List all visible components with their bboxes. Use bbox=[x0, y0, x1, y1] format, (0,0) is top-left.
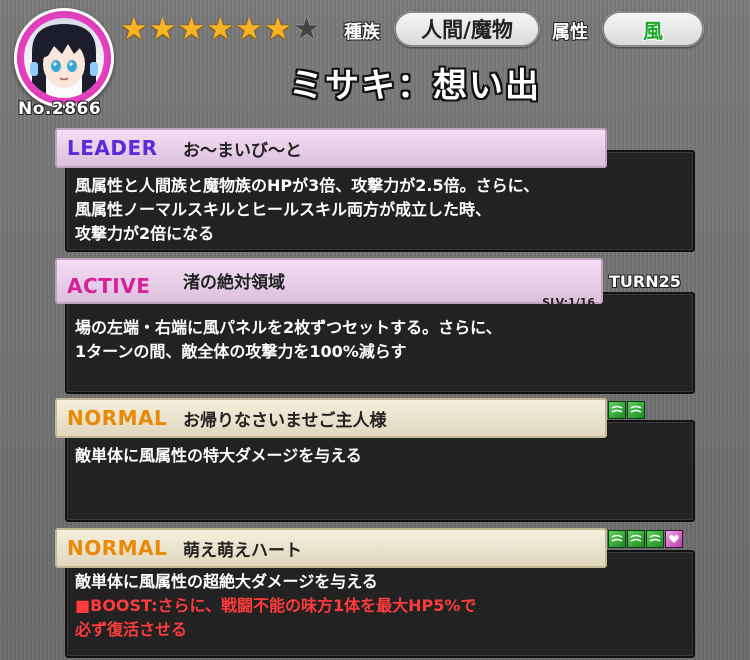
skill-description: 場の左端・右端に風パネルを2枚ずつセットする。さらに、 1ターンの間、敵全体の攻… bbox=[75, 316, 685, 364]
turn-count: TURN25 bbox=[609, 272, 681, 291]
attribute-value: 風 bbox=[643, 18, 663, 43]
panel-requirements bbox=[608, 401, 645, 419]
leader-skill-panel[interactable]: 風属性と人間族と魔物族のHPが3倍、攻撃力が2.5倍。さらに、 風属性ノーマルス… bbox=[55, 128, 695, 252]
description-line: 1ターンの間、敵全体の攻撃力を100%減らす bbox=[75, 342, 407, 361]
skill-type-label: LEADER bbox=[67, 136, 158, 160]
race-label: 種族 bbox=[344, 22, 380, 43]
character-number: No.2866 bbox=[18, 99, 102, 119]
skill-header: NORMAL お帰りなさいませご主人様 bbox=[55, 398, 607, 438]
skill-header: LEADER お～まいび～と bbox=[55, 128, 607, 168]
skill-description: 敵単体に風属性の特大ダメージを与える bbox=[75, 444, 685, 468]
rarity-stars: ★ ★ ★ ★ ★ ★ ★ bbox=[120, 14, 321, 45]
description-line: 攻撃力が2倍になる bbox=[75, 224, 215, 243]
wind-panel-icon bbox=[627, 530, 645, 548]
attribute-label: 属性 bbox=[552, 22, 588, 43]
character-name: ミサキ：想い出 bbox=[289, 66, 541, 106]
skill-name: お～まいび～と bbox=[183, 140, 302, 161]
skill-description-box: 場の左端・右端に風パネルを2枚ずつセットする。さらに、 1ターンの間、敵全体の攻… bbox=[65, 292, 695, 394]
character-portrait-frame[interactable] bbox=[14, 8, 114, 108]
skill-type-label: NORMAL bbox=[67, 406, 168, 430]
wind-panel-icon bbox=[646, 530, 664, 548]
skill-description: 敵単体に風属性の超絶大ダメージを与える ■BOOST:さらに、戦闘不能の味方1体… bbox=[75, 570, 685, 642]
star-filled-icon: ★ bbox=[206, 11, 235, 47]
skill-type-label: NORMAL bbox=[67, 536, 168, 560]
description-line: 敵単体に風属性の特大ダメージを与える bbox=[75, 446, 362, 465]
skill-type-label: ACTIVE bbox=[67, 274, 151, 298]
skill-header: NORMAL 萌え萌えハート bbox=[55, 528, 607, 568]
star-filled-icon: ★ bbox=[177, 11, 206, 47]
race-badge: 人間/魔物 bbox=[394, 11, 540, 47]
panel-requirements bbox=[608, 530, 683, 548]
character-portrait bbox=[24, 18, 104, 98]
skill-header: ACTIVE 渚の絶対領域 SLV:1/16 bbox=[55, 258, 603, 309]
description-line: 敵単体に風属性の超絶大ダメージを与える bbox=[75, 572, 378, 591]
description-line: 場の左端・右端に風パネルを2枚ずつセットする。さらに、 bbox=[75, 318, 502, 337]
normal-skill-panel[interactable]: 敵単体に風属性の特大ダメージを与える NORMAL お帰りなさいませご主人様 bbox=[55, 398, 695, 522]
star-empty-icon: ★ bbox=[292, 11, 321, 47]
star-filled-icon: ★ bbox=[120, 11, 148, 47]
wind-panel-icon bbox=[608, 401, 626, 419]
normal-skill-panel[interactable]: 敵単体に風属性の超絶大ダメージを与える ■BOOST:さらに、戦闘不能の味方1体… bbox=[55, 528, 695, 658]
star-filled-icon: ★ bbox=[263, 11, 292, 47]
description-line: 風属性ノーマルスキルとヒールスキル両方が成立した時、 bbox=[75, 200, 492, 219]
skill-name: 渚の絶対領域 bbox=[183, 273, 285, 293]
wind-panel-icon bbox=[627, 401, 645, 419]
active-skill-panel[interactable]: 場の左端・右端に風パネルを2枚ずつセットする。さらに、 1ターンの間、敵全体の攻… bbox=[55, 258, 695, 394]
skill-level: SLV:1/16 bbox=[542, 296, 595, 309]
skill-name: 萌え萌えハート bbox=[183, 540, 302, 561]
description-line: 風属性と人間族と魔物族のHPが3倍、攻撃力が2.5倍。さらに、 bbox=[75, 176, 540, 195]
wind-panel-icon bbox=[608, 530, 626, 548]
skill-name: お帰りなさいませご主人様 bbox=[183, 410, 387, 431]
heart-panel-icon bbox=[665, 530, 683, 548]
boost-line: ■BOOST:さらに、戦闘不能の味方1体を最大HP5%で bbox=[75, 596, 477, 615]
boost-line: 必ず復活させる bbox=[75, 620, 188, 639]
race-value: 人間/魔物 bbox=[421, 18, 513, 42]
skill-description: 風属性と人間族と魔物族のHPが3倍、攻撃力が2.5倍。さらに、 風属性ノーマルス… bbox=[75, 174, 685, 246]
star-filled-icon: ★ bbox=[235, 11, 263, 47]
star-filled-icon: ★ bbox=[148, 11, 177, 47]
attribute-badge: 風 bbox=[602, 11, 704, 47]
